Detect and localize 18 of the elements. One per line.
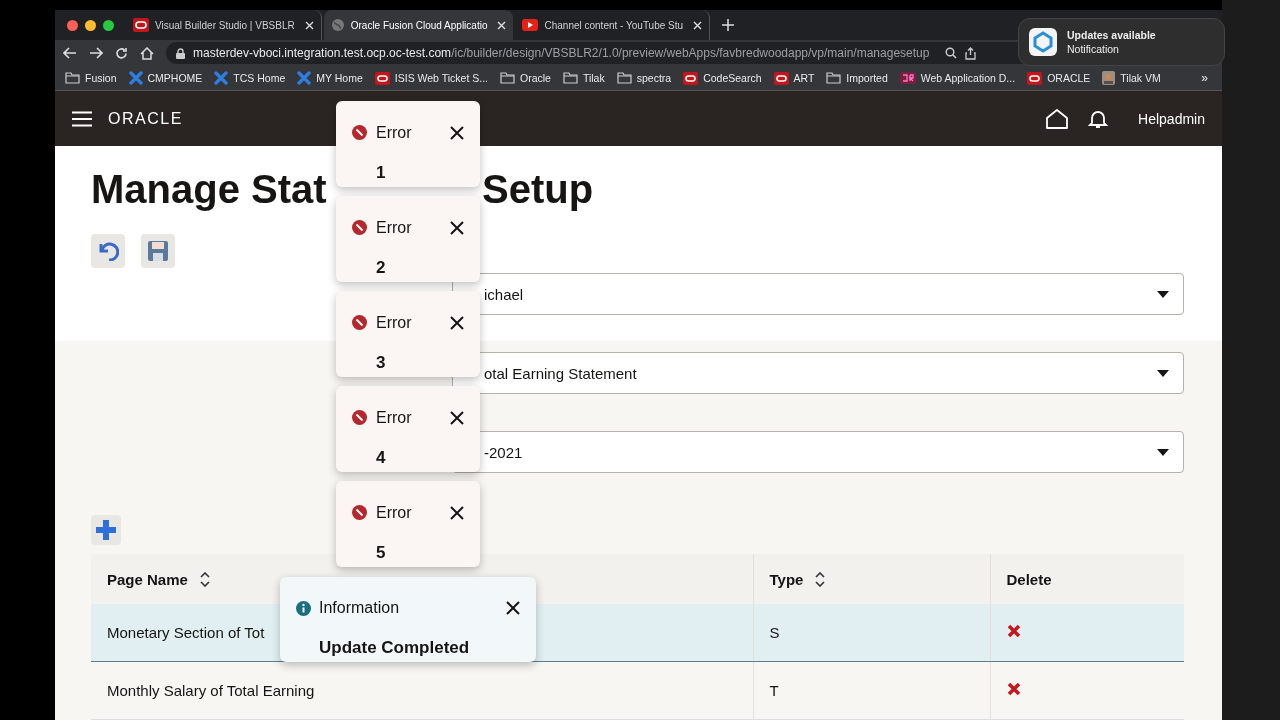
toast-message: 3: [376, 352, 387, 373]
toast-title: Error: [376, 313, 412, 332]
table-cell: T: [753, 661, 990, 720]
url-text: masterdev-vboci.integration.test.ocp.oc-test.com/ic/builder/design/VBSBLR2/1.0/preview/webApps/favbredwoodapp/vp/main/managesetup: [193, 46, 930, 60]
notification-title: Updates available: [1067, 29, 1156, 41]
toast-title: Error: [376, 408, 412, 427]
toast-message: 2: [376, 257, 387, 278]
logo-text: ORACLE: [108, 109, 183, 128]
toast-message: Update Completed: [319, 637, 471, 658]
toast-title: Error: [376, 218, 412, 237]
toast-title: Error: [376, 503, 412, 522]
table-cell: S: [753, 604, 990, 662]
page-title: Setup: [482, 166, 594, 212]
toast-message: 1: [376, 162, 387, 183]
toast-message: 4: [376, 447, 387, 468]
toast-title: Error: [376, 123, 412, 142]
page-title: Manage Stat: [91, 166, 327, 212]
notification-subtitle: Notification: [1067, 43, 1120, 55]
